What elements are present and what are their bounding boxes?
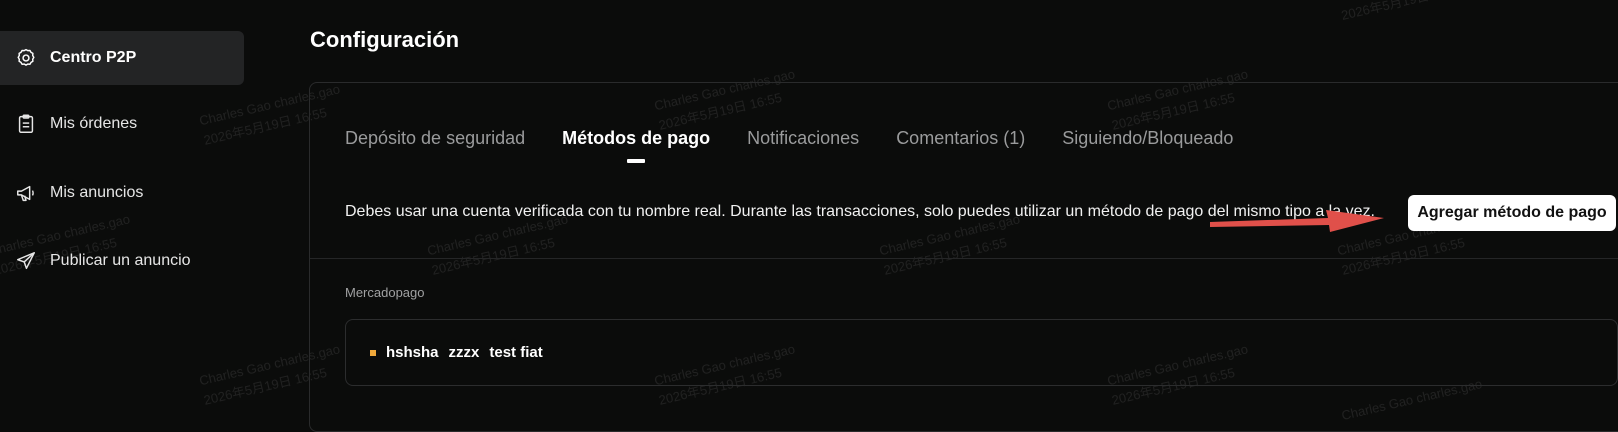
payment-section-label: Mercadopago bbox=[345, 285, 425, 300]
tab-comments[interactable]: Comentarios (1) bbox=[896, 128, 1025, 149]
payment-method-card[interactable]: hshsha zzzx test fiat bbox=[345, 319, 1618, 386]
tab-following-blocked[interactable]: Siguiendo/Bloqueado bbox=[1062, 128, 1233, 149]
watermark: 2026年5月19日 16:55 bbox=[1339, 0, 1466, 23]
tab-notifications[interactable]: Notificaciones bbox=[747, 128, 859, 149]
sidebar-item-label: Mis anuncios bbox=[50, 184, 144, 201]
sidebar: Centro P2P Mis órdenes Mis anuncios Publ… bbox=[0, 0, 250, 418]
sidebar-item-post-ad[interactable]: Publicar un anuncio bbox=[0, 234, 244, 288]
sidebar-item-my-ads[interactable]: Mis anuncios bbox=[0, 166, 244, 220]
sidebar-item-label: Mis órdenes bbox=[50, 115, 138, 132]
page-title: Configuración bbox=[310, 27, 460, 52]
tab-security-deposit[interactable]: Depósito de seguridad bbox=[345, 128, 525, 149]
clipboard-icon bbox=[14, 112, 38, 136]
method-name: hshsha bbox=[386, 344, 439, 361]
sidebar-item-label: Centro P2P bbox=[50, 49, 137, 66]
sidebar-item-my-orders[interactable]: Mis órdenes bbox=[0, 97, 244, 151]
add-payment-method-button[interactable]: Agregar método de pago bbox=[1408, 195, 1616, 231]
annotation-arrow bbox=[1210, 210, 1384, 232]
method-note: test fiat bbox=[489, 344, 543, 361]
status-dot-icon bbox=[370, 349, 376, 356]
tab-payment-methods[interactable]: Métodos de pago bbox=[562, 128, 710, 163]
gear-icon bbox=[14, 46, 38, 70]
paper-plane-icon bbox=[14, 249, 38, 273]
sidebar-item-p2p-center[interactable]: Centro P2P bbox=[0, 31, 244, 85]
settings-tabs: Depósito de seguridad Métodos de pago No… bbox=[345, 128, 1270, 163]
divider bbox=[310, 258, 1618, 259]
method-account: zzzx bbox=[448, 344, 480, 361]
megaphone-icon bbox=[14, 181, 38, 205]
sidebar-item-label: Publicar un anuncio bbox=[50, 252, 191, 269]
